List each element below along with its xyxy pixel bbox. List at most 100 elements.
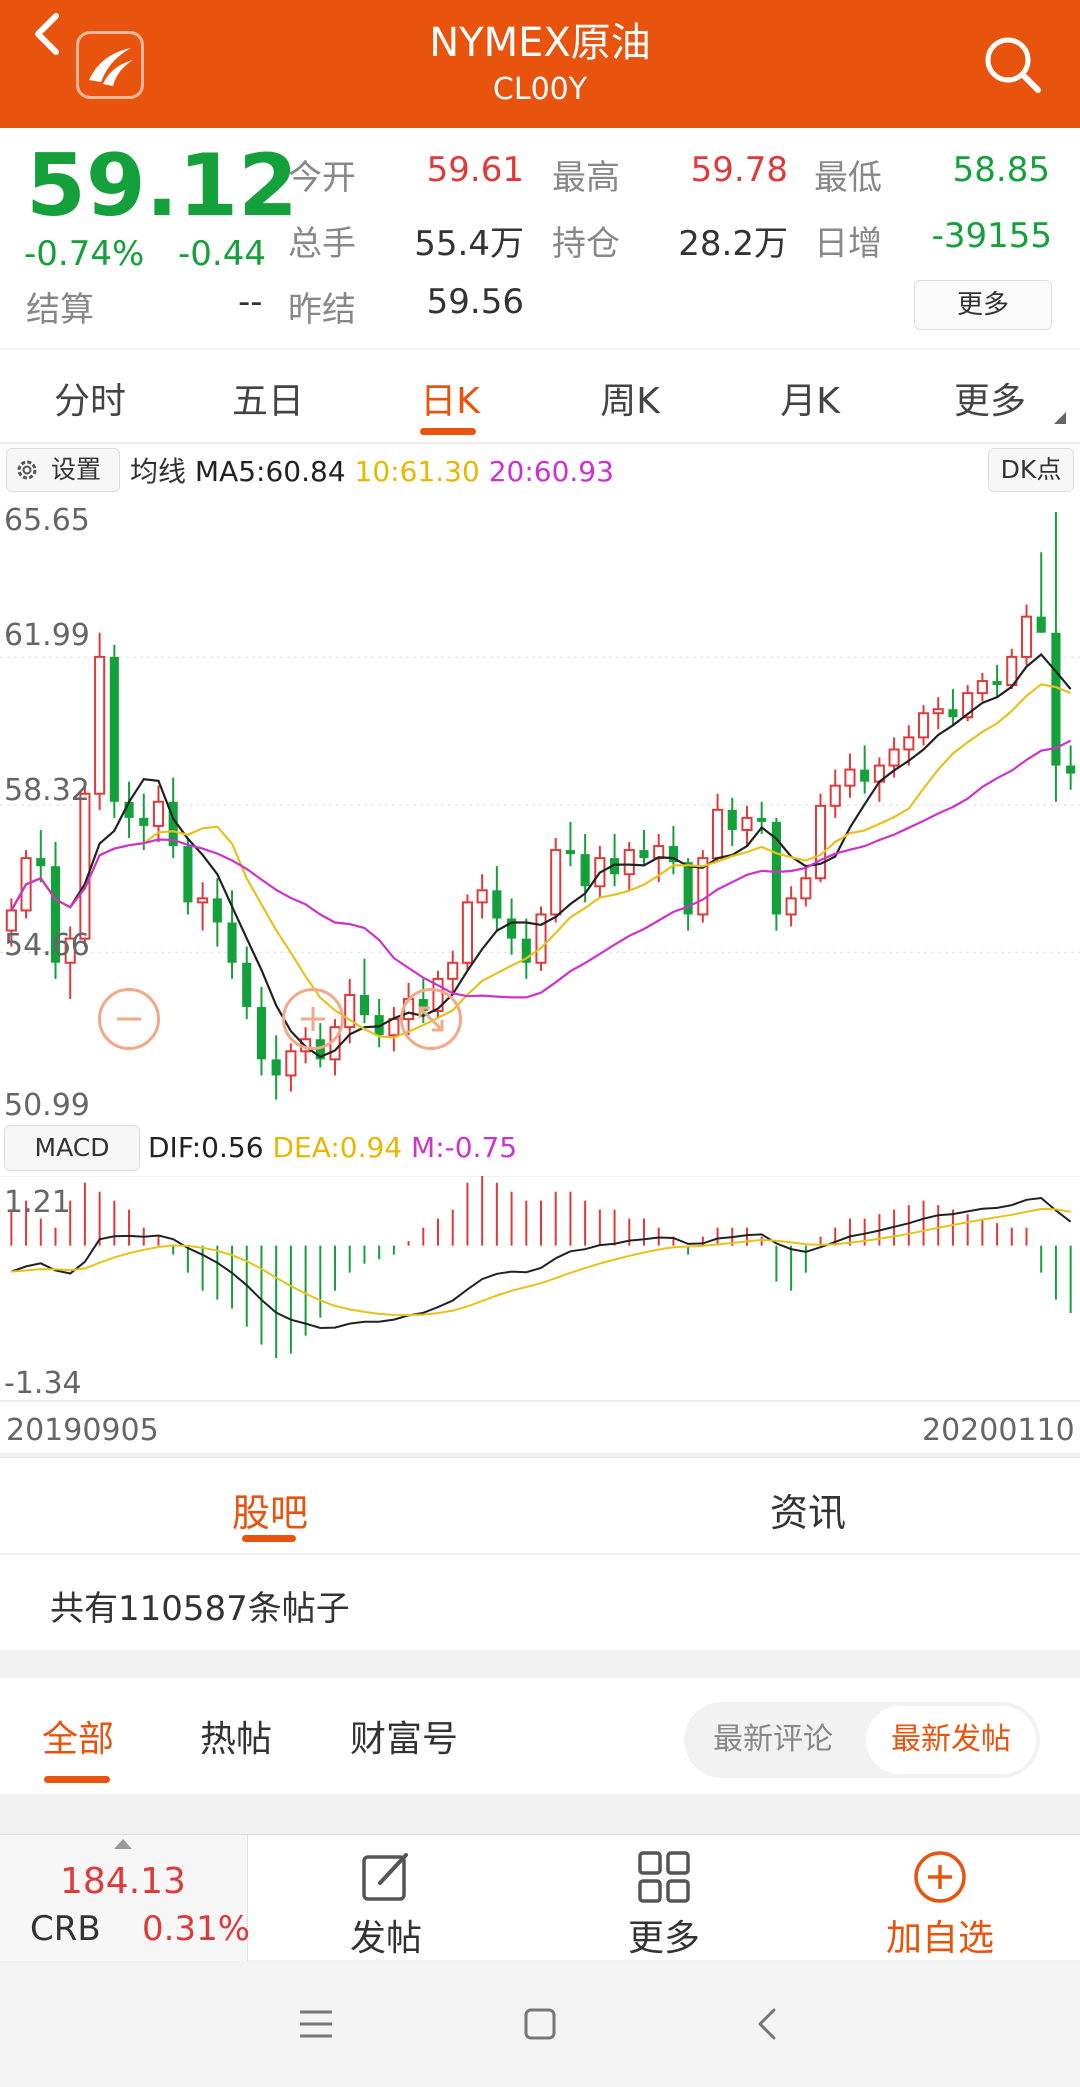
- stat-label-open-interest: 持仓: [552, 224, 620, 264]
- candle: [932, 697, 944, 730]
- system-back-icon[interactable]: [752, 2006, 782, 2042]
- stat-value-daily-change: -39155: [931, 216, 1052, 256]
- stat-label-open: 今开: [288, 158, 356, 198]
- bottom-action-bar: 184.13 CRB 0.31% 发帖 更多 加自选: [0, 1834, 1080, 1961]
- candle-body: [79, 792, 91, 940]
- candle-body: [285, 1050, 297, 1077]
- candle: [507, 898, 517, 955]
- ma20-value: 20:60.93: [488, 455, 614, 488]
- sort-latest-post[interactable]: 最新发帖: [866, 1706, 1036, 1774]
- quote-more-button[interactable]: 更多: [914, 280, 1052, 330]
- grid-icon[interactable]: [636, 1849, 692, 1905]
- candle: [992, 664, 1002, 698]
- candle-body: [1036, 616, 1046, 633]
- tab-daily-k[interactable]: 日K: [380, 372, 520, 424]
- candle-body: [183, 846, 193, 903]
- tab-news[interactable]: 资讯: [708, 1482, 908, 1537]
- more-button-label[interactable]: 更多: [584, 1909, 744, 1961]
- candle-body: [948, 709, 958, 718]
- stat-value-volume: 55.4万: [414, 224, 524, 264]
- macd-indicator-button[interactable]: MACD: [4, 1125, 140, 1171]
- candle: [550, 838, 562, 923]
- tab-intraday[interactable]: 分时: [20, 372, 160, 424]
- post-count-row: 共有110587条帖子: [0, 1554, 1080, 1650]
- fullscreen-button[interactable]: [400, 988, 462, 1050]
- crb-index-widget[interactable]: 184.13 CRB 0.31%: [0, 1835, 250, 1961]
- tab-more[interactable]: 更多: [920, 372, 1060, 424]
- candle-body: [917, 712, 930, 739]
- x-axis-start-date: 20190905: [6, 1413, 159, 1448]
- macd-y-tick-label: -1.34: [4, 1366, 82, 1401]
- candle-body: [212, 898, 222, 923]
- candle: [521, 918, 531, 979]
- stat-value-open-interest: 28.2万: [678, 224, 788, 264]
- candle: [227, 890, 237, 979]
- candle-body: [227, 922, 237, 963]
- candle-body: [476, 889, 488, 904]
- settle-label: 结算: [26, 290, 94, 330]
- sort-latest-comment[interactable]: 最新评论: [684, 1702, 862, 1778]
- filter-hot[interactable]: 热帖: [200, 1710, 272, 1762]
- search-icon[interactable]: [976, 28, 1048, 100]
- zoom-out-button[interactable]: [98, 988, 160, 1050]
- dk-point-button[interactable]: DK点: [988, 448, 1074, 492]
- candle-body: [757, 817, 767, 822]
- candle: [476, 874, 488, 919]
- edit-icon[interactable]: [358, 1849, 414, 1905]
- tab-guba[interactable]: 股吧: [170, 1482, 370, 1537]
- candle: [197, 882, 209, 931]
- candle-body: [888, 748, 900, 767]
- macd-chart[interactable]: [0, 1176, 1080, 1402]
- candle: [492, 866, 502, 931]
- candle-body: [359, 994, 370, 1016]
- home-icon[interactable]: [522, 2006, 558, 2042]
- dea-value: DEA:0.94: [272, 1131, 403, 1164]
- stat-label-daily-change: 日增: [814, 224, 882, 264]
- tab-five-day[interactable]: 五日: [198, 372, 338, 424]
- m-value: M:-0.75: [411, 1131, 518, 1164]
- candle-body: [109, 656, 119, 802]
- candle: [610, 833, 620, 887]
- filter-fortune[interactable]: 财富号: [350, 1710, 458, 1762]
- y-tick-label: 54.66: [4, 928, 90, 963]
- candle: [94, 632, 106, 810]
- candle: [461, 894, 473, 971]
- stat-label-prev-settle: 昨结: [288, 290, 356, 330]
- add-circle-icon[interactable]: [912, 1849, 968, 1905]
- page-title: NYMEX原油: [429, 20, 651, 66]
- tab-monthly-k[interactable]: 月K: [740, 372, 880, 424]
- tab-weekly-k[interactable]: 周K: [560, 372, 700, 424]
- zoom-in-button[interactable]: [282, 988, 344, 1050]
- candle: [1020, 604, 1033, 665]
- instrument-code: CL00Y: [492, 72, 588, 107]
- candle-body: [447, 961, 459, 980]
- filter-all[interactable]: 全部: [42, 1710, 114, 1762]
- ma-line-MA5: [10, 652, 1072, 1059]
- candle: [256, 986, 267, 1076]
- candle: [36, 829, 46, 883]
- gear-icon: [17, 460, 37, 480]
- candle-body: [741, 816, 753, 831]
- forum-tabs: 股吧 资讯: [0, 1457, 1080, 1553]
- candle-body: [623, 849, 635, 876]
- expand-up-icon: [114, 1839, 132, 1849]
- post-filter-row: 全部 热帖 财富号 最新评论 最新发帖: [0, 1678, 1080, 1794]
- candle: [285, 1043, 297, 1092]
- post-button-label[interactable]: 发帖: [306, 1909, 466, 1961]
- candle: [741, 805, 753, 847]
- candle: [374, 998, 384, 1048]
- candle-body: [271, 1059, 281, 1076]
- candle: [535, 906, 547, 971]
- add-watchlist-label[interactable]: 加自选: [860, 1909, 1020, 1961]
- dropdown-corner-icon: [1054, 412, 1066, 424]
- candle-body: [139, 817, 149, 826]
- candle: [109, 644, 119, 818]
- candle: [242, 946, 252, 1020]
- candlestick-chart[interactable]: [0, 495, 1080, 1120]
- change-percent: -0.74%: [24, 234, 145, 274]
- menu-icon[interactable]: [298, 2008, 334, 2040]
- candle-body: [461, 901, 473, 964]
- settle-value: --: [238, 282, 263, 322]
- candle-body: [860, 769, 870, 782]
- ma-legend: 均线 MA5:60.84 10:61.30 20:60.93: [130, 452, 614, 492]
